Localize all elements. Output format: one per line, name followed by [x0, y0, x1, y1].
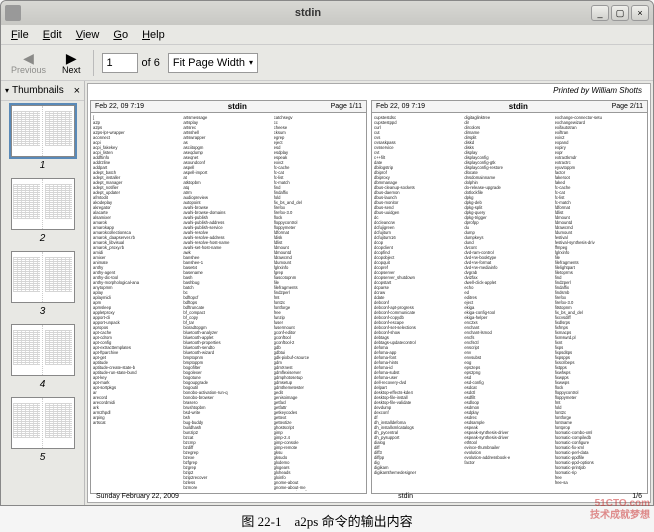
page-body: [ a2p a2ps a2ps-lpr-wrapper aconnect acp…: [91, 113, 366, 493]
menu-edit[interactable]: Edit: [37, 27, 68, 43]
minimize-button[interactable]: _: [591, 5, 609, 21]
maximize-button[interactable]: ▢: [611, 5, 629, 21]
menu-go[interactable]: Go: [107, 27, 134, 43]
thumbnail-label: 2: [40, 233, 46, 244]
window-title: stdin: [25, 7, 591, 19]
thumbnail-label: 4: [40, 379, 46, 390]
toolbar: ◀ Previous ▶ Next of 6 Fit Page Width ▾: [1, 45, 653, 81]
thumbnails-header: ▾ Thumbnails ×: [1, 81, 84, 101]
menubar: File Edit View Go Help: [1, 25, 653, 45]
thumbnail[interactable]: [11, 105, 75, 157]
menu-file[interactable]: File: [5, 27, 35, 43]
column: [ a2p a2ps a2ps-lpr-wrapper aconnect acp…: [93, 115, 183, 491]
column: catchsegv cc cheese cksum egrep eject es…: [274, 115, 364, 491]
page-selector: of 6: [102, 53, 160, 73]
figure-caption: 图 22-1 a2ps 命令的输出内容: [0, 511, 654, 530]
close-panel-icon[interactable]: ×: [74, 85, 80, 97]
thumbnails-list[interactable]: 1 2 3 4 5: [1, 101, 84, 505]
menu-view[interactable]: View: [70, 27, 106, 43]
close-button[interactable]: ×: [631, 5, 649, 21]
printed-by-label: Printed by William Shotts: [553, 86, 642, 95]
thumbnail[interactable]: [11, 397, 75, 449]
column: exchange-connector-setu exchangewizard e…: [555, 115, 645, 491]
page-header: Feb 22, 09 7:19 stdin Page 2/11: [372, 101, 647, 113]
column: digitaglinktree dir dircolors dirname di…: [464, 115, 554, 491]
page-input[interactable]: [102, 53, 138, 73]
watermark: 51CTO.com技术成就梦想: [590, 498, 650, 522]
thumbnail[interactable]: [11, 251, 75, 303]
sheet-footer: Sunday February 22, 2009 stdin 1/6: [96, 493, 642, 500]
page-right: Feb 22, 09 7:19 stdin Page 2/11 cupstest…: [371, 100, 648, 494]
fit-select[interactable]: Fit Page Width ▾: [168, 53, 258, 73]
page-body: cupstestdsc cupstestppd curl cut cvs cvs…: [372, 113, 647, 493]
thumbnails-panel: ▾ Thumbnails × 1 2 3 4 5: [1, 81, 85, 505]
page-total: of 6: [142, 57, 160, 69]
column: cupstestdsc cupstestppd curl cut cvs cvs…: [374, 115, 464, 491]
titlebar: stdin _ ▢ ×: [1, 1, 653, 25]
thumbnail[interactable]: [11, 178, 75, 230]
app-window: stdin _ ▢ × File Edit View Go Help ◀ Pre…: [0, 0, 654, 506]
separator: [93, 50, 94, 76]
next-button[interactable]: ▶ Next: [58, 49, 85, 77]
previous-button: ◀ Previous: [7, 49, 50, 77]
document-view[interactable]: Printed by William Shotts Feb 22, 09 7:1…: [87, 83, 651, 503]
arrow-right-icon: ▶: [66, 51, 77, 65]
thumbnail-label: 3: [40, 306, 46, 317]
page-left: Feb 22, 09 7:19 stdin Page 1/11 [ a2p a2…: [90, 100, 367, 494]
menu-help[interactable]: Help: [136, 27, 171, 43]
chevron-down-icon: ▾: [249, 58, 253, 67]
main-area: ▾ Thumbnails × 1 2 3 4 5 Printed by Will…: [1, 81, 653, 505]
app-icon: [5, 5, 21, 21]
thumbnail-label: 1: [40, 160, 46, 171]
thumbnail-label: 5: [40, 452, 46, 463]
chevron-down-icon[interactable]: ▾: [5, 86, 9, 95]
thumbnail[interactable]: [11, 324, 75, 376]
sheet: Feb 22, 09 7:19 stdin Page 1/11 [ a2p a2…: [88, 98, 650, 496]
page-header: Feb 22, 09 7:19 stdin Page 1/11: [91, 101, 366, 113]
column: artsmessage artsplay artsrec artsshell a…: [183, 115, 273, 491]
arrow-left-icon: ◀: [23, 51, 34, 65]
